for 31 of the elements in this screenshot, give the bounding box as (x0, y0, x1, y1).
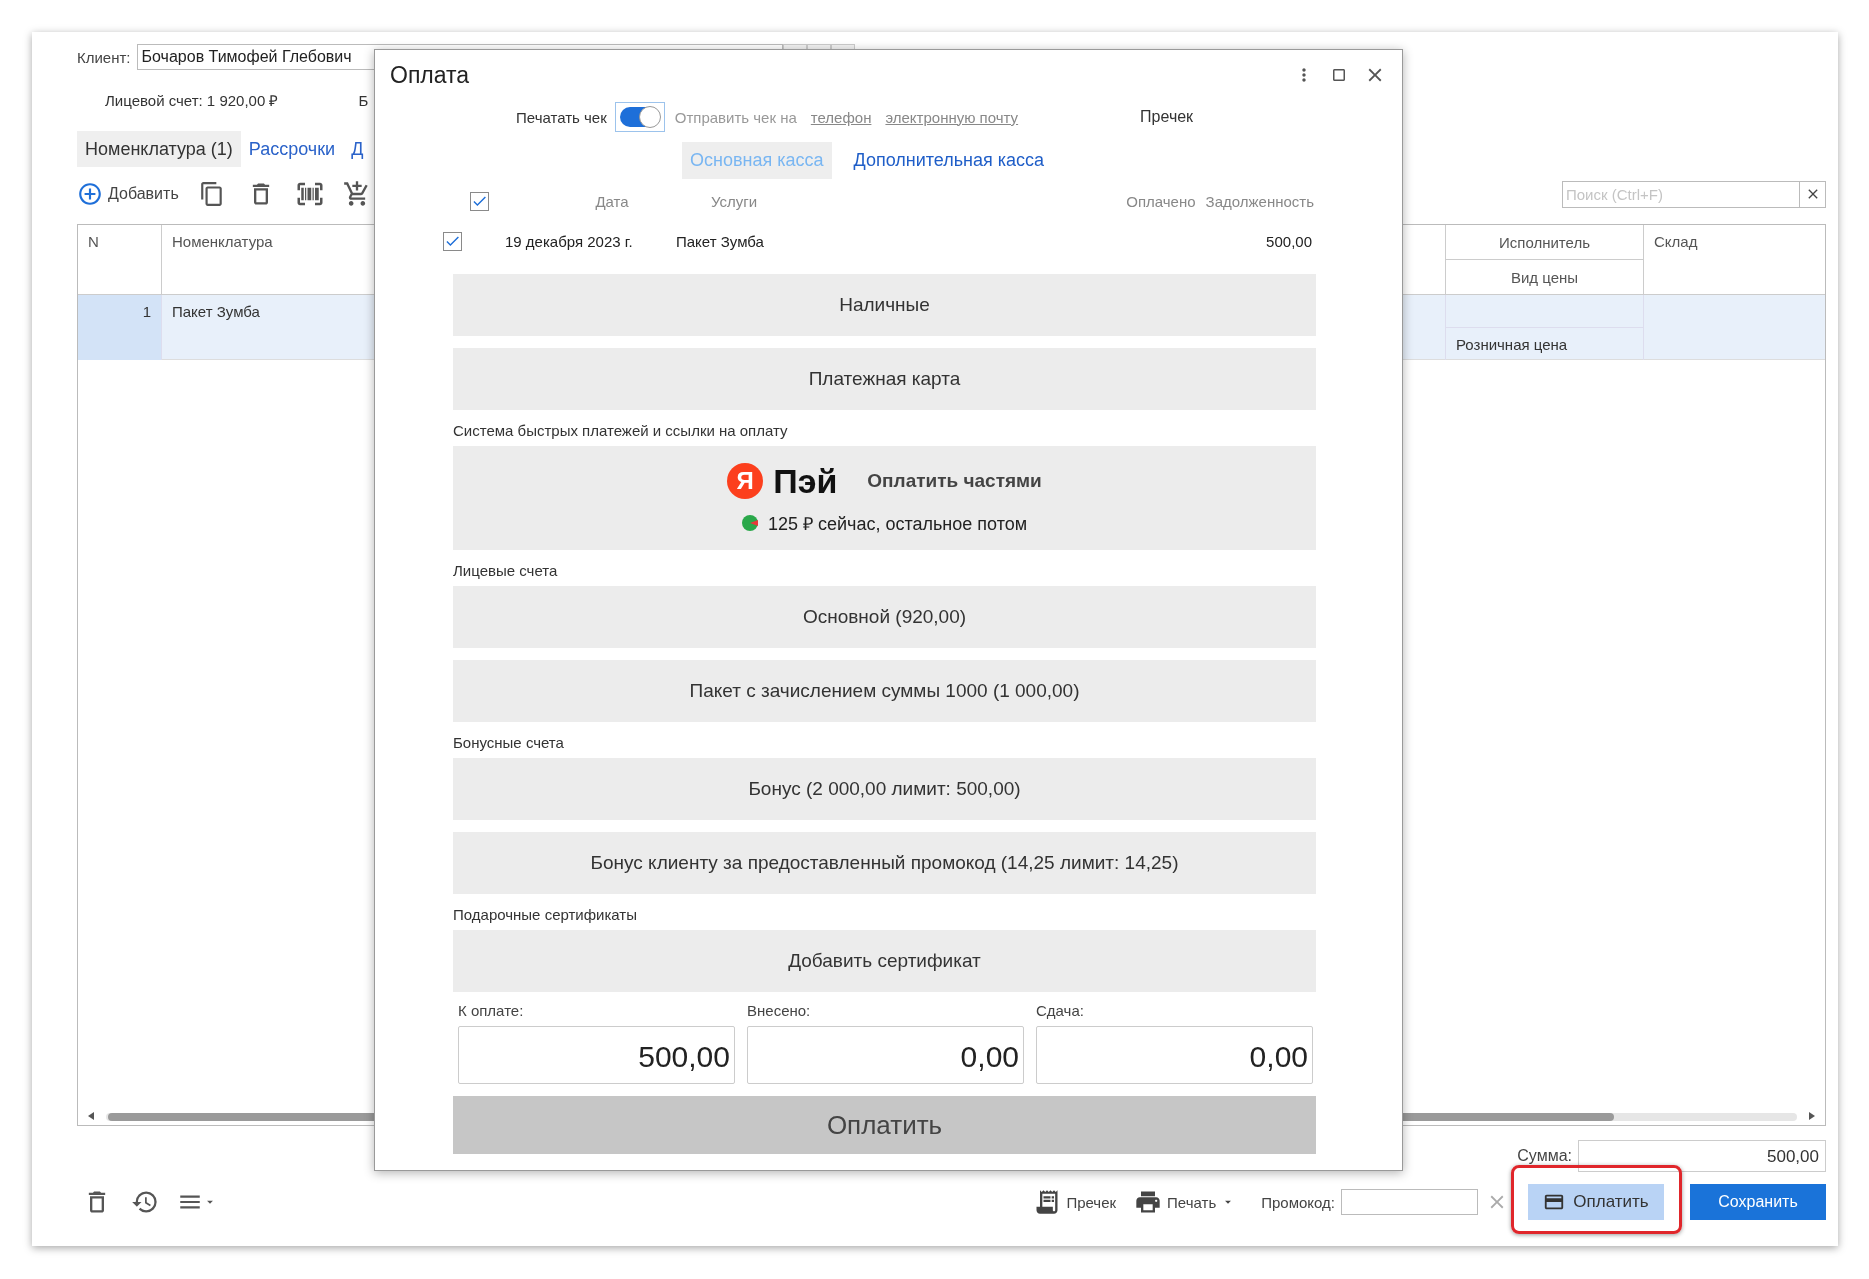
send-receipt-label: Отправить чек на (674, 108, 797, 126)
section-label: Подарочные сертификаты (453, 904, 638, 925)
section-label: Система быстрых платежей и ссылки на оплату (453, 420, 789, 441)
section-label: Лицевые счета (453, 560, 559, 581)
table-cell: Розничная цена (1446, 327, 1643, 360)
column-header: Дата (594, 192, 630, 210)
section-label: Бонусные счета (453, 732, 565, 753)
column-header: Задолженность (1205, 192, 1314, 210)
table-cell: 1 (78, 295, 162, 360)
balance-label: Б (358, 91, 369, 109)
amount-label: Внесено: (747, 1002, 812, 1021)
column-header: Вид цены (1509, 268, 1580, 288)
table-cell-text: 19 декабря 2023 г. (505, 232, 634, 250)
pay-later-note: 125 ₽ сейчас, остальное потом (767, 512, 1028, 535)
dialog-title: Оплата (390, 61, 470, 89)
promo-label: Промокод: (1261, 1193, 1335, 1211)
print-receipt-label: Печатать чек (516, 108, 607, 126)
amount-label: Сдача: (1036, 1002, 1085, 1021)
logo-icon: Я (727, 463, 764, 499)
amount-label: К оплате: (458, 1002, 525, 1021)
column-header: Услуги (711, 192, 759, 210)
logo-text: Пэй (773, 461, 838, 501)
table-cell: 500,00 (1266, 232, 1312, 250)
column-header: Склад (1653, 232, 1699, 252)
total-label: Сумма: (1517, 1147, 1572, 1165)
table-cell-text: Пакет Зумба (676, 232, 765, 250)
column-header: Исполнитель (1446, 225, 1643, 260)
pay-later-title: Оплатить частями (867, 470, 1042, 492)
column-header: Оплачено (1126, 192, 1196, 210)
account-balance: Лицевой счет: 1 920,00 ₽ (105, 91, 279, 110)
client-label: Клиент: (77, 48, 131, 66)
